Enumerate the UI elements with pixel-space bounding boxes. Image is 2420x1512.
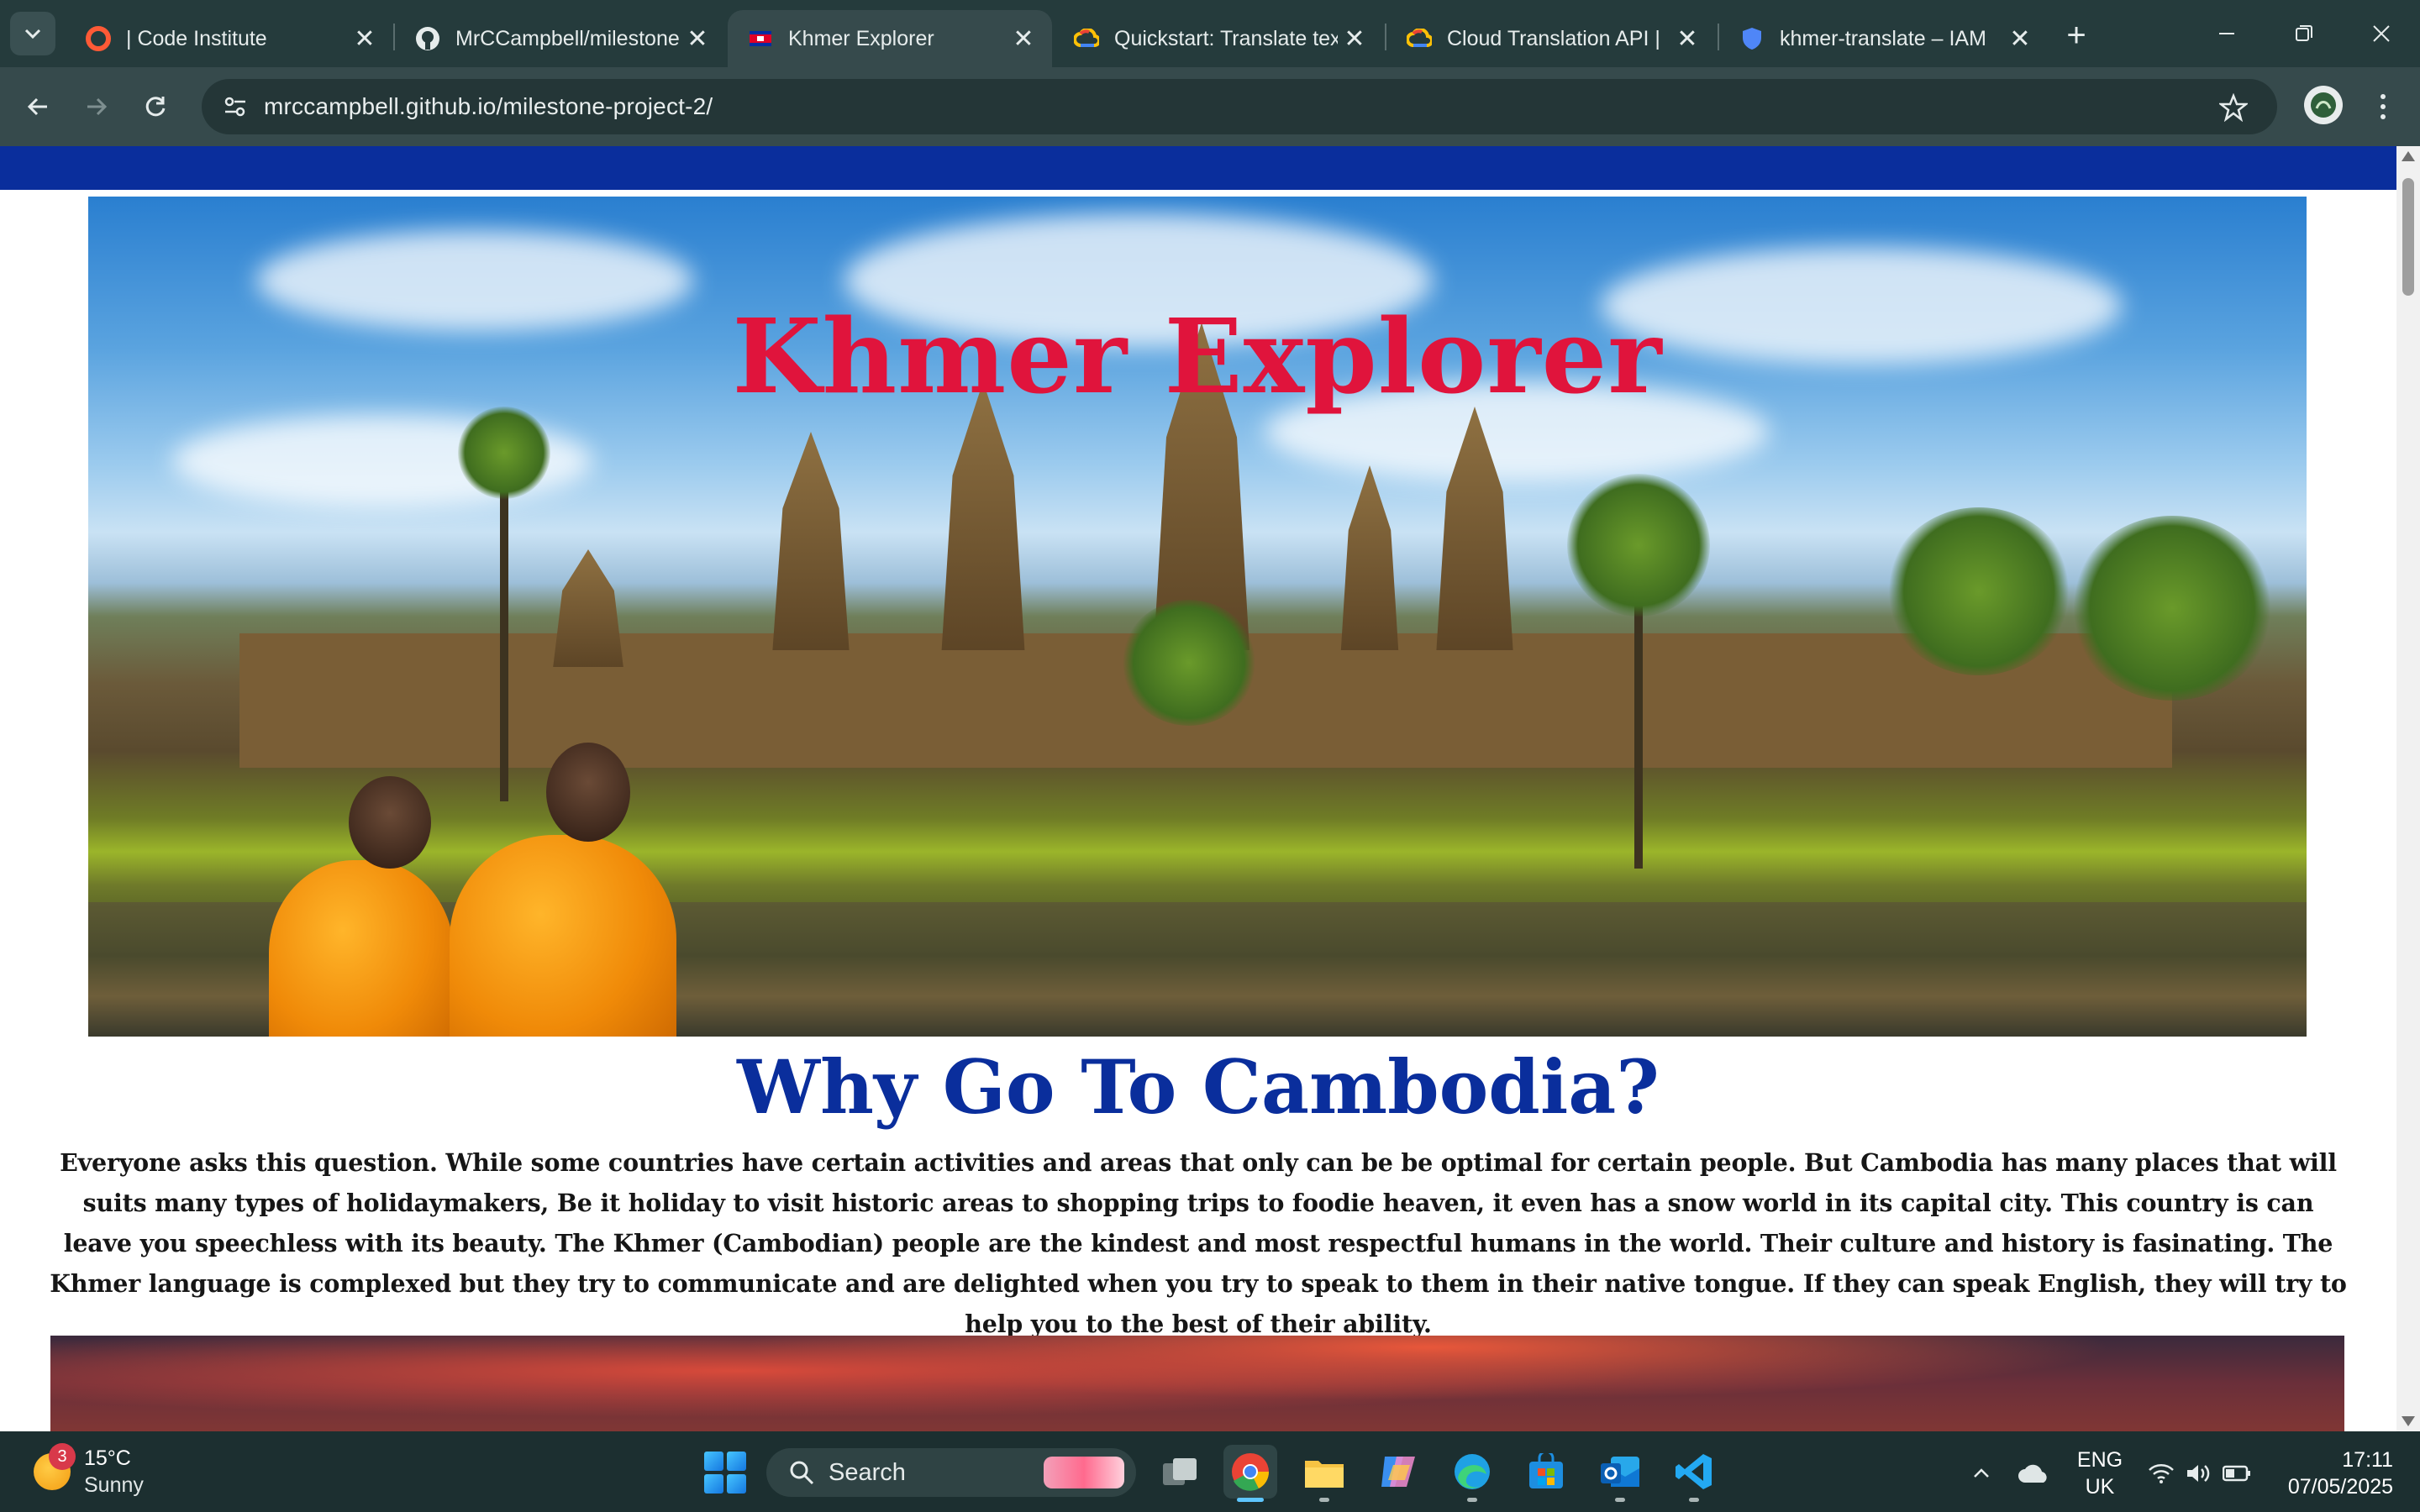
keyboard-region: UK xyxy=(2085,1475,2115,1499)
browser-menu-button[interactable] xyxy=(2366,84,2400,129)
bookmark-star-icon[interactable] xyxy=(2217,91,2250,124)
page-viewport: Khmer Explorer Why Go To Cambodia? Every… xyxy=(0,146,2420,1431)
tab-search-button[interactable] xyxy=(10,12,55,55)
section-paragraph: Everyone asks this question. While some … xyxy=(50,1148,2347,1338)
language-indicator[interactable]: ENG UK xyxy=(2074,1446,2126,1500)
windows-taskbar: 3 15°C Sunny Search ENG UK 17:11 07/05/2… xyxy=(0,1431,2420,1512)
arrow-right-icon xyxy=(87,97,108,116)
github-icon xyxy=(415,26,440,51)
scroll-up-arrow[interactable] xyxy=(2402,151,2415,161)
taskbar-search[interactable]: Search xyxy=(766,1448,1136,1497)
reload-icon xyxy=(145,97,166,117)
start-button[interactable] xyxy=(704,1452,746,1494)
cambodia-flag-icon xyxy=(748,26,773,51)
language-code: ENG xyxy=(2076,1448,2123,1472)
google-cloud-icon xyxy=(1074,26,1099,51)
scroll-down-arrow[interactable] xyxy=(2402,1416,2415,1426)
scroll-thumb[interactable] xyxy=(2402,178,2414,296)
arrow-left-icon xyxy=(27,97,47,116)
browser-tab-strip: | Code Institute ✕ MrCCampbell/milestone… xyxy=(0,0,2420,67)
tab-code-institute[interactable]: | Code Institute ✕ xyxy=(66,10,393,67)
clock-date: 07/05/2025 xyxy=(2287,1475,2393,1499)
close-icon[interactable]: ✕ xyxy=(1670,22,1704,55)
chevron-down-icon xyxy=(24,29,41,39)
close-icon xyxy=(2373,25,2390,42)
google-cloud-icon xyxy=(1407,26,1432,51)
weather-temperature: 15°C xyxy=(84,1446,131,1470)
close-icon[interactable]: ✕ xyxy=(2003,22,2037,55)
close-icon[interactable]: ✕ xyxy=(681,22,714,55)
url-text[interactable]: mrccampbell.github.io/milestone-project-… xyxy=(264,93,713,120)
tab-title: Cloud Translation API | xyxy=(1447,26,1660,50)
search-icon xyxy=(785,1456,818,1489)
search-highlight-art xyxy=(1044,1457,1124,1488)
chevron-up-icon xyxy=(1974,1468,1989,1478)
microsoft-store-icon[interactable] xyxy=(1519,1445,1573,1499)
minimize-icon xyxy=(2219,33,2234,34)
edge-icon[interactable] xyxy=(1445,1445,1499,1502)
close-icon[interactable]: ✕ xyxy=(1007,22,1040,55)
close-icon[interactable]: ✕ xyxy=(1338,22,1371,55)
shield-icon xyxy=(1739,26,1765,51)
monk-figure xyxy=(450,835,676,1037)
code-institute-icon xyxy=(86,26,111,51)
tab-title: MrCCampbell/milestone xyxy=(455,26,680,50)
tab-title: Quickstart: Translate tex xyxy=(1114,26,1338,50)
battery-icon[interactable] xyxy=(2220,1458,2254,1488)
tab-khmer-explorer[interactable]: Khmer Explorer ✕ xyxy=(728,10,1052,67)
reload-button[interactable] xyxy=(134,86,176,128)
tab-quickstart[interactable]: Quickstart: Translate tex ✕ xyxy=(1054,10,1383,67)
volume-icon[interactable] xyxy=(2181,1458,2215,1488)
vscode-icon[interactable] xyxy=(1667,1445,1721,1502)
show-hidden-icons-chevron[interactable] xyxy=(1966,1458,1996,1488)
restore-icon xyxy=(2296,25,2312,41)
notification-badge: 3 xyxy=(49,1443,76,1470)
monk-figure xyxy=(269,860,454,1037)
copilot-icon[interactable] xyxy=(1371,1445,1425,1499)
address-bar[interactable]: mrccampbell.github.io/milestone-project-… xyxy=(202,79,2277,134)
tab-cloud-translation[interactable]: Cloud Translation API | ✕ xyxy=(1386,10,1716,67)
forward-button[interactable] xyxy=(76,86,118,128)
search-label: Search xyxy=(829,1458,906,1486)
tab-title: khmer-translate – IAM xyxy=(1780,26,1986,50)
page-scrollbar[interactable] xyxy=(2396,146,2420,1431)
tab-title: | Code Institute xyxy=(126,26,267,50)
restore-button[interactable] xyxy=(2265,0,2343,67)
tab-github[interactable]: MrCCampbell/milestone ✕ xyxy=(395,10,726,67)
browser-toolbar: mrccampbell.github.io/milestone-project-… xyxy=(0,67,2420,146)
task-view-icon[interactable] xyxy=(1153,1445,1207,1499)
new-tab-button[interactable]: + xyxy=(2055,17,2097,54)
clock-time: 17:11 xyxy=(2342,1448,2393,1472)
hero-title: Khmer Explorer xyxy=(732,296,1663,417)
close-window-button[interactable] xyxy=(2343,0,2420,67)
site-navbar xyxy=(0,146,2396,190)
hero-image-angkor-wat: Khmer Explorer xyxy=(88,197,2307,1037)
wifi-icon[interactable] xyxy=(2144,1458,2178,1488)
profile-avatar[interactable] xyxy=(2304,86,2343,124)
minimize-button[interactable] xyxy=(2188,0,2265,67)
outlook-icon[interactable] xyxy=(1593,1445,1647,1502)
avatar-icon xyxy=(2311,92,2336,118)
close-icon[interactable]: ✕ xyxy=(348,22,381,55)
onedrive-cloud-icon[interactable] xyxy=(2015,1458,2052,1488)
tab-title: Khmer Explorer xyxy=(788,26,934,50)
chrome-icon[interactable] xyxy=(1223,1445,1277,1502)
system-clock[interactable]: 17:11 07/05/2025 xyxy=(2269,1446,2393,1500)
section-heading: Why Go To Cambodia? xyxy=(737,1043,1660,1131)
tab-iam[interactable]: khmer-translate – IAM ✕ xyxy=(1719,10,2049,67)
back-button[interactable] xyxy=(17,86,59,128)
sunset-image xyxy=(50,1336,2344,1431)
site-settings-icon[interactable] xyxy=(217,88,254,125)
weather-condition: Sunny xyxy=(84,1473,144,1497)
file-explorer-icon[interactable] xyxy=(1297,1445,1351,1502)
